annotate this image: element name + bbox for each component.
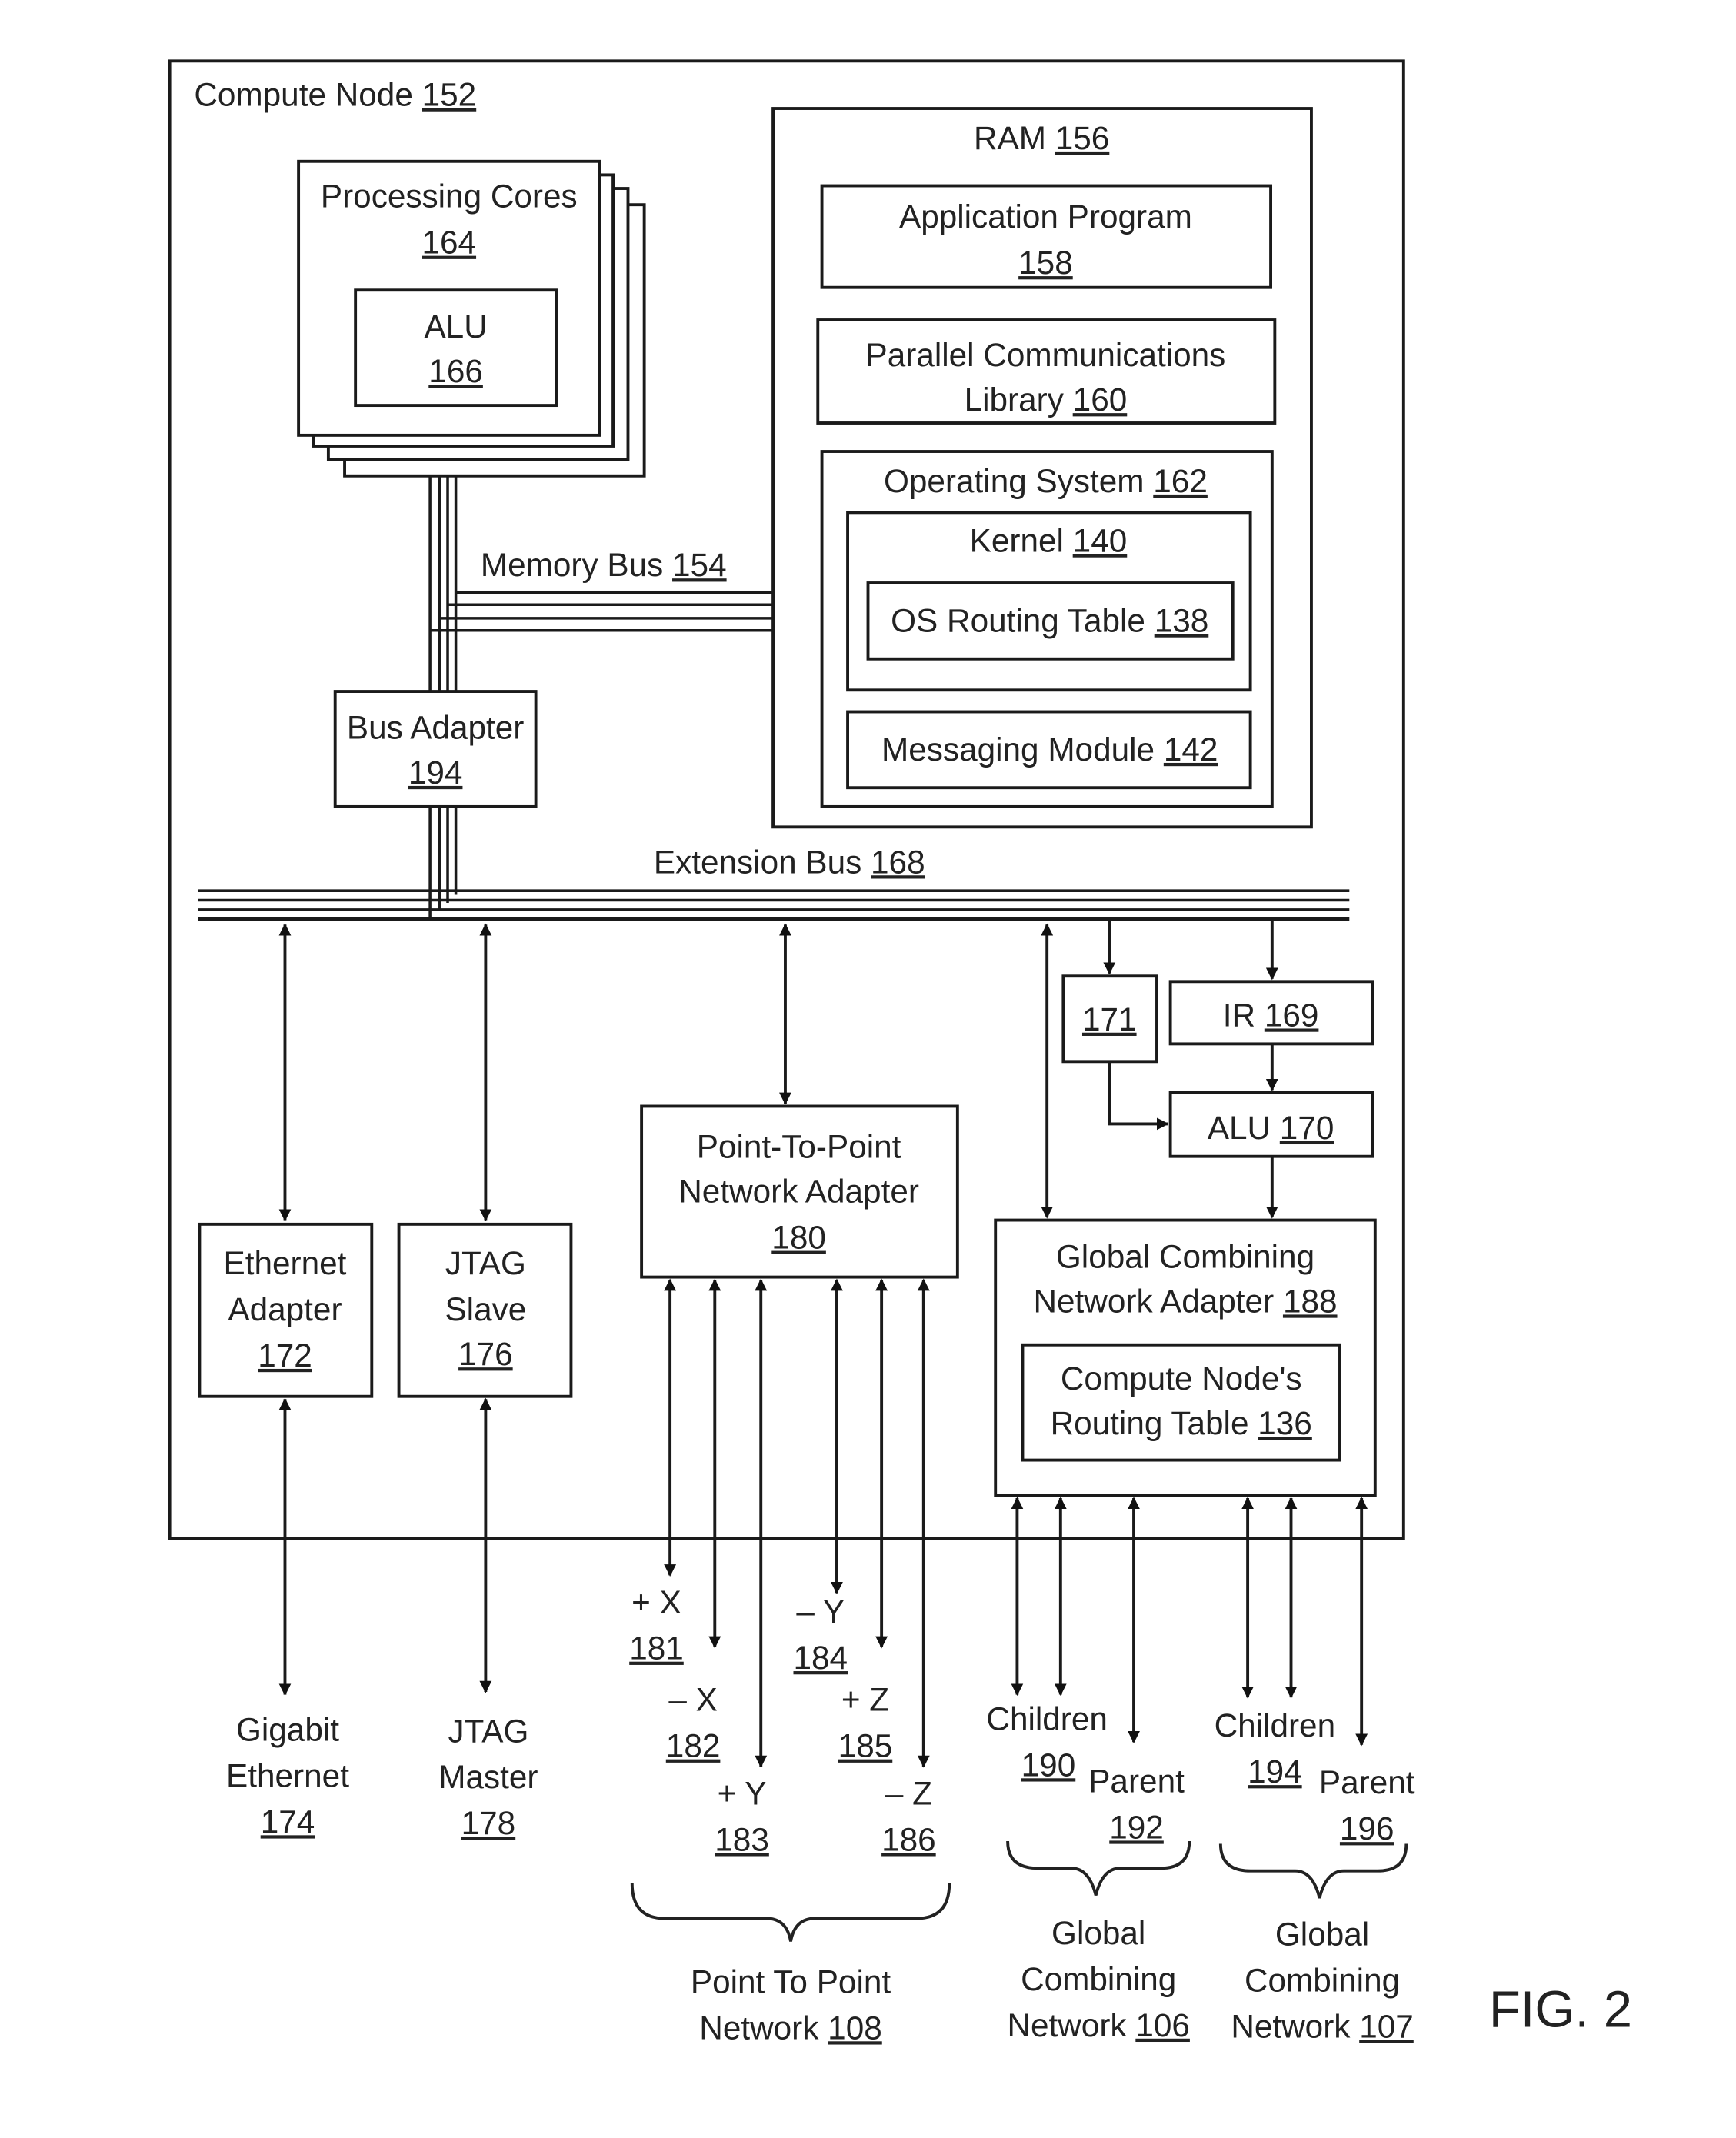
link-minus-z-ref: 186 bbox=[881, 1821, 936, 1857]
link-minus-x-label: – X bbox=[668, 1682, 718, 1718]
box-171-ref: 171 bbox=[1082, 1001, 1137, 1037]
jtag-slave-label-2: Slave bbox=[445, 1291, 526, 1327]
gc-network-106-label: Global bbox=[1051, 1915, 1145, 1951]
parallel-comm-library-label: Parallel Communications bbox=[866, 337, 1226, 373]
link-minus-y-label: – Y bbox=[796, 1594, 845, 1630]
operating-system-label: Operating System 162 bbox=[884, 463, 1208, 499]
processing-cores-label: Processing Cores bbox=[321, 178, 578, 215]
parallel-comm-library-label-2: Library 160 bbox=[965, 381, 1128, 418]
ethernet-adapter-label-2: Adapter bbox=[228, 1291, 342, 1327]
bus-adapter-label: Bus Adapter bbox=[347, 710, 524, 746]
p2p-network-label: Point To Point bbox=[691, 1963, 891, 2000]
gcn2-parent-label: Parent bbox=[1319, 1764, 1415, 1800]
ram-label: RAM 156 bbox=[974, 120, 1109, 156]
cn-routing-table-label: Compute Node's bbox=[1061, 1360, 1302, 1397]
gcn-adapter-label: Global Combining bbox=[1056, 1238, 1314, 1274]
gc-network-107-label: Global bbox=[1275, 1917, 1369, 1953]
gcn-adapter-label-2: Network Adapter 188 bbox=[1033, 1283, 1337, 1319]
gcn2-parent-ref: 196 bbox=[1340, 1810, 1394, 1847]
compute-node-diagram: Compute Node 152 Processing Cores 164 AL… bbox=[168, 59, 1632, 2046]
ethernet-adapter-ref: 172 bbox=[258, 1337, 312, 1374]
extension-bus-label: Extension Bus 168 bbox=[654, 844, 925, 880]
gc-network-106-label-2: Combining bbox=[1021, 1961, 1176, 1997]
p2p-adapter-label: Point-To-Point bbox=[697, 1128, 901, 1164]
processing-cores-ref: 164 bbox=[422, 225, 476, 261]
link-plus-z-ref: 185 bbox=[838, 1728, 893, 1764]
application-program-ref: 158 bbox=[1018, 245, 1073, 281]
p2p-adapter-ref: 180 bbox=[771, 1220, 826, 1256]
gcn1-parent-ref: 192 bbox=[1109, 1809, 1164, 1845]
memory-bus-label: Memory Bus 154 bbox=[481, 547, 727, 583]
compute-node-label: Compute Node 152 bbox=[194, 77, 476, 113]
gc-network-107-label-2: Combining bbox=[1245, 1963, 1400, 1999]
p2p-network-brace bbox=[630, 1883, 951, 1942]
link-plus-x-ref: 181 bbox=[629, 1630, 684, 1667]
gcn1-children-label: Children bbox=[986, 1700, 1108, 1737]
link-plus-y-label: + Y bbox=[718, 1775, 767, 1811]
gigabit-ethernet-label-2: Ethernet bbox=[226, 1757, 349, 1793]
application-program-label: Application Program bbox=[899, 198, 1192, 235]
gcn2-children-ref: 194 bbox=[1248, 1753, 1302, 1790]
gcn107-brace bbox=[1218, 1843, 1408, 1899]
gcn106-brace bbox=[1006, 1840, 1191, 1896]
cn-routing-table-label-2: Routing Table 136 bbox=[1051, 1405, 1312, 1441]
alu-core-label: ALU bbox=[424, 308, 487, 345]
link-minus-z-label: – Z bbox=[885, 1775, 932, 1811]
link-minus-x-ref: 182 bbox=[666, 1728, 721, 1764]
gcn1-children-ref: 190 bbox=[1021, 1747, 1076, 1783]
jtag-master-ref: 178 bbox=[461, 1805, 516, 1841]
link-plus-y-ref: 183 bbox=[715, 1821, 769, 1857]
kernel-label: Kernel 140 bbox=[970, 522, 1128, 558]
gcn1-parent-label: Parent bbox=[1088, 1763, 1185, 1799]
alu-170-label: ALU 170 bbox=[1208, 1110, 1334, 1146]
os-routing-table-label: OS Routing Table 138 bbox=[891, 602, 1208, 638]
gigabit-ethernet-ref: 174 bbox=[261, 1803, 315, 1840]
jtag-slave-label: JTAG bbox=[445, 1245, 526, 1281]
jtag-master-label-2: Master bbox=[438, 1759, 538, 1795]
p2p-adapter-label-2: Network Adapter bbox=[678, 1174, 919, 1210]
link-plus-x-label: + X bbox=[631, 1584, 681, 1620]
messaging-module-label: Messaging Module 142 bbox=[881, 731, 1218, 768]
jtag-master-label: JTAG bbox=[448, 1713, 528, 1749]
p2p-network-label-2: Network 108 bbox=[699, 2010, 881, 2046]
gcn2-children-label: Children bbox=[1215, 1707, 1336, 1743]
bus-adapter-ref: 194 bbox=[408, 754, 463, 791]
figure-label: FIG. 2 bbox=[1489, 1980, 1632, 2038]
link-minus-y-ref: 184 bbox=[794, 1640, 848, 1676]
gc-network-106-label-3: Network 106 bbox=[1007, 2007, 1189, 2043]
ethernet-adapter-label: Ethernet bbox=[224, 1245, 347, 1281]
link-plus-z-label: + Z bbox=[841, 1682, 889, 1718]
jtag-slave-ref: 176 bbox=[458, 1336, 513, 1372]
alu-core-ref: 166 bbox=[428, 353, 483, 389]
gc-network-107-label-3: Network 107 bbox=[1231, 2009, 1413, 2045]
ir-label: IR 169 bbox=[1223, 997, 1319, 1033]
gigabit-ethernet-label: Gigabit bbox=[236, 1711, 339, 1747]
